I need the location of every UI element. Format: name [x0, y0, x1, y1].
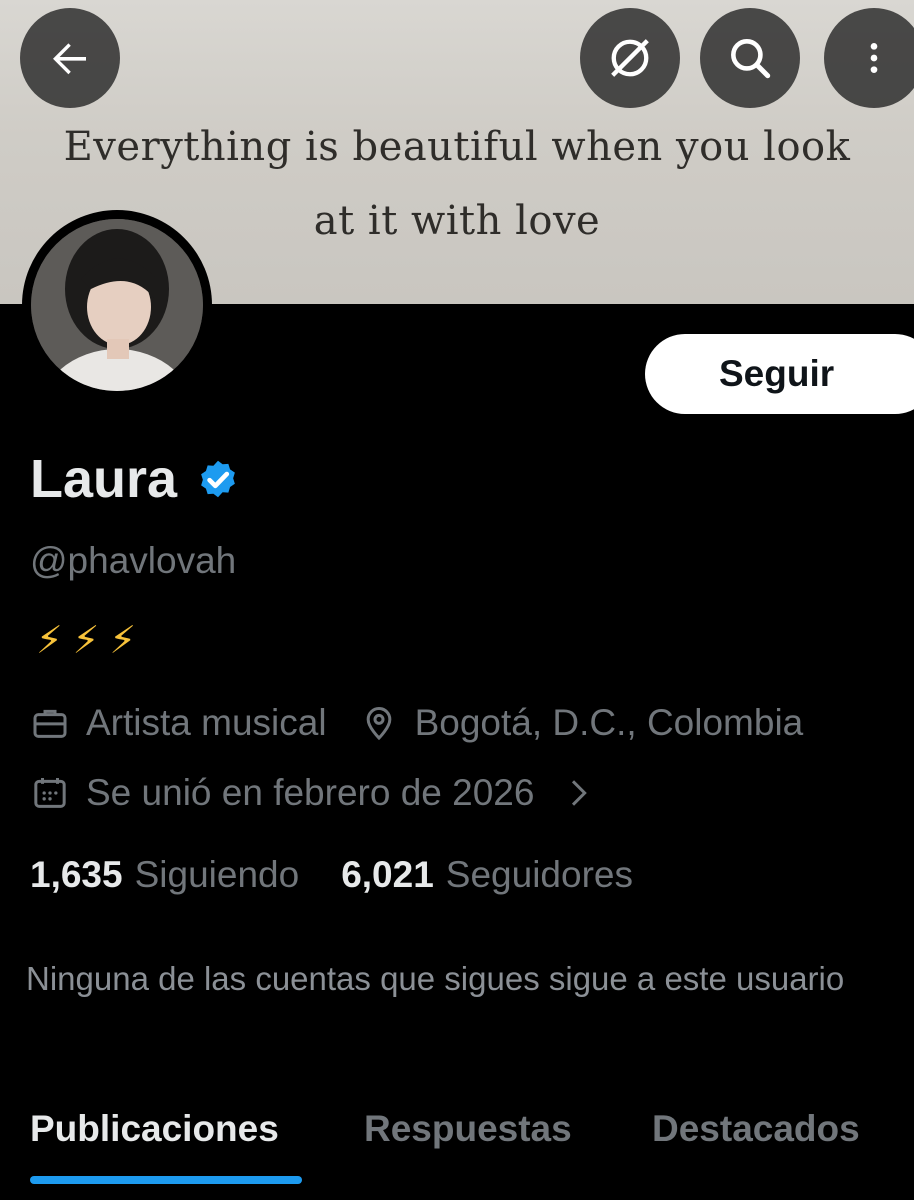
followers-label: Seguidores: [445, 854, 633, 895]
translate-toggle-button[interactable]: [580, 8, 680, 108]
following-stat[interactable]: 1,635 Siguiendo: [30, 854, 299, 896]
joined-date: Se unió en febrero de 2026: [86, 772, 535, 813]
profile-category: Artista musical: [86, 702, 327, 743]
follow-button[interactable]: Seguir: [645, 334, 914, 414]
arrow-left-icon: [53, 43, 86, 75]
profile-tabs: Publicaciones Respuestas Destacados: [0, 1090, 914, 1200]
chevron-right-icon: [558, 773, 598, 813]
followers-count: 6,021: [341, 854, 434, 895]
location-pin-icon: [359, 703, 399, 743]
following-label: Siguiendo: [134, 854, 300, 895]
mutuals-notice: Ninguna de las cuentas que sigues sigue …: [26, 960, 845, 997]
follow-stats: 1,635 Siguiendo 6,021 Seguidores: [30, 854, 633, 896]
profile-location: Bogotá, D.C., Colombia: [414, 702, 804, 743]
profile-name-row: Laura: [30, 448, 241, 510]
profile-handle: @phavlovah: [30, 540, 237, 581]
display-name: Laura: [30, 449, 178, 509]
search-icon: [731, 39, 771, 79]
tab-destacados[interactable]: Destacados: [652, 1108, 860, 1150]
briefcase-icon: [30, 703, 70, 743]
no-translate-icon: [611, 39, 649, 77]
banner-line-1: Everything is beautiful when you look: [63, 124, 851, 170]
active-tab-indicator: [30, 1176, 302, 1184]
follow-button-label: Seguir: [719, 353, 835, 394]
tab-respuestas[interactable]: Respuestas: [364, 1108, 572, 1150]
back-button[interactable]: [20, 8, 120, 108]
calendar-icon: [30, 773, 70, 813]
profile-bio: ⚡⚡⚡: [36, 620, 147, 662]
avatar[interactable]: [22, 210, 212, 400]
joined-date-row[interactable]: Se unió en febrero de 2026: [30, 772, 614, 814]
profile-meta-row: Artista musical Bogotá, D.C., Colombia: [30, 702, 803, 744]
tab-publicaciones[interactable]: Publicaciones: [30, 1108, 279, 1150]
followers-stat[interactable]: 6,021 Seguidores: [341, 854, 633, 896]
avatar-photo-icon: [31, 219, 203, 391]
search-button[interactable]: [700, 8, 800, 108]
following-count: 1,635: [30, 854, 123, 895]
avatar-image: [31, 219, 203, 391]
more-vertical-icon: [870, 43, 878, 73]
verified-badge-icon[interactable]: [195, 456, 241, 502]
more-options-button[interactable]: [824, 8, 914, 108]
